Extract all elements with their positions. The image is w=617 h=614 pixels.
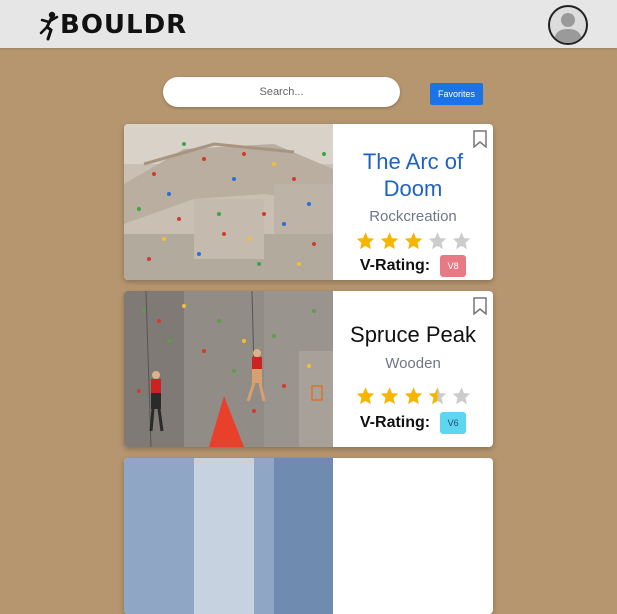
route-photo [124, 124, 333, 280]
v-rating-row: V-Rating: V8 [333, 255, 493, 277]
route-name[interactable]: The Arc of Doom [333, 148, 493, 202]
grade-badge: V8 [440, 255, 467, 277]
top-bar: BOULDR [0, 0, 617, 48]
search-input[interactable] [163, 77, 400, 107]
route-photo [124, 458, 333, 614]
star-icon [452, 387, 470, 405]
star-icon [404, 387, 422, 405]
star-rating [333, 231, 493, 251]
star-icon [380, 232, 398, 250]
route-card[interactable] [124, 458, 493, 614]
climber-icon [39, 11, 59, 41]
star-icon [428, 232, 446, 250]
app-title: BOULDR [60, 10, 188, 40]
gym-name: Rockcreation [369, 208, 457, 225]
bookmark-icon[interactable] [473, 297, 487, 315]
route-card[interactable]: Spruce Peak Wooden V-Rating: V6 [124, 291, 493, 447]
v-rating-row: V-Rating: V6 [333, 412, 493, 434]
star-rating [333, 386, 493, 406]
route-info: Spruce Peak Wooden V-Rating: V6 [333, 291, 493, 447]
star-icon [404, 232, 422, 250]
star-icon [356, 387, 374, 405]
star-half-icon [428, 387, 446, 405]
favorites-button[interactable]: Favorites [430, 83, 483, 105]
v-rating-label: V-Rating: [359, 414, 431, 431]
star-icon [356, 232, 374, 250]
route-name[interactable]: Spruce Peak [333, 321, 493, 348]
gym-name: Wooden [385, 355, 441, 372]
route-card[interactable]: The Arc of Doom Rockcreation V-Rating: V… [124, 124, 493, 280]
user-icon [554, 13, 582, 43]
user-avatar[interactable] [548, 5, 588, 45]
grade-badge: V6 [440, 412, 467, 434]
route-info: The Arc of Doom Rockcreation V-Rating: V… [333, 124, 493, 280]
bookmark-icon[interactable] [473, 130, 487, 148]
star-icon [380, 387, 398, 405]
star-icon [452, 232, 470, 250]
v-rating-label: V-Rating: [359, 257, 431, 274]
app-logo[interactable]: BOULDR [38, 9, 187, 41]
route-photo [124, 291, 333, 447]
